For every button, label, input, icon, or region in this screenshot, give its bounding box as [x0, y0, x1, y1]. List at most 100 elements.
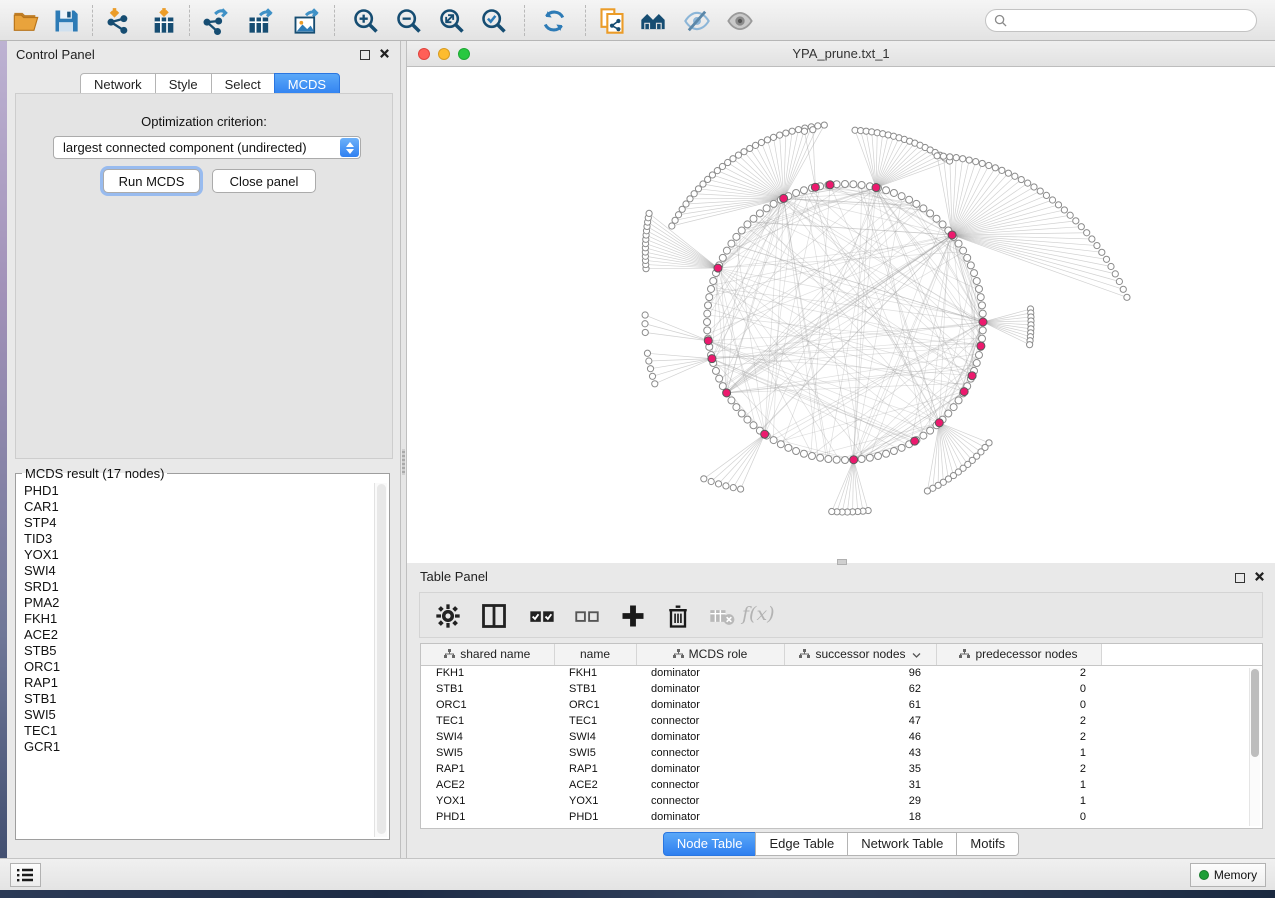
cell-shared_name[interactable]: TEC1	[421, 713, 554, 729]
cell-predecessor_nodes[interactable]: 0	[936, 809, 1101, 825]
mcds-result-item[interactable]: YOX1	[18, 547, 370, 563]
cell-mcds_role[interactable]: connector	[636, 793, 784, 809]
float-panel-icon[interactable]	[360, 50, 370, 60]
horizontal-splitter-handle[interactable]	[837, 559, 847, 565]
cell-shared_name[interactable]: FKH1	[421, 665, 554, 681]
refresh-icon[interactable]	[540, 7, 568, 35]
export-table-icon[interactable]	[246, 7, 274, 35]
cell-shared_name[interactable]: SWI4	[421, 729, 554, 745]
column-header-MCDS-role[interactable]: MCDS role	[636, 644, 784, 665]
column-header-name[interactable]: name	[554, 644, 636, 665]
cell-successor_nodes[interactable]: 31	[784, 777, 936, 793]
cell-successor_nodes[interactable]: 46	[784, 729, 936, 745]
cell-name[interactable]: SWI5	[554, 745, 636, 761]
import-table-icon[interactable]	[150, 7, 178, 35]
mcds-result-item[interactable]: FKH1	[18, 611, 370, 627]
cell-successor_nodes[interactable]: 35	[784, 761, 936, 777]
cell-shared_name[interactable]: STB1	[421, 681, 554, 697]
mcds-list-scrollbar[interactable]	[374, 483, 387, 837]
cell-shared_name[interactable]: PHD1	[421, 809, 554, 825]
cell-shared_name[interactable]: ORC1	[421, 697, 554, 713]
mcds-result-item[interactable]: TID3	[18, 531, 370, 547]
hide-selected-icon[interactable]	[683, 7, 711, 35]
select-all-icon[interactable]	[528, 602, 556, 630]
cell-shared_name[interactable]: ACE2	[421, 777, 554, 793]
mcds-result-item[interactable]: SRD1	[18, 579, 370, 595]
table-row[interactable]: PHD1PHD1dominator180	[421, 809, 1262, 825]
cell-predecessor_nodes[interactable]: 1	[936, 777, 1101, 793]
cell-mcds_role[interactable]: dominator	[636, 761, 784, 777]
open-icon[interactable]	[12, 7, 40, 35]
close-table-panel-icon[interactable]	[1254, 569, 1265, 587]
criterion-dropdown[interactable]: largest connected component (undirected)	[53, 136, 361, 159]
float-table-panel-icon[interactable]	[1235, 573, 1245, 583]
network-graph[interactable]	[407, 67, 1275, 563]
cell-mcds_role[interactable]: dominator	[636, 681, 784, 697]
close-panel-button[interactable]: Close panel	[212, 169, 316, 193]
run-mcds-button[interactable]: Run MCDS	[103, 169, 200, 193]
cell-mcds_role[interactable]: connector	[636, 777, 784, 793]
cell-shared_name[interactable]: SWI5	[421, 745, 554, 761]
delete-table-icon[interactable]	[708, 602, 736, 630]
show-all-icon[interactable]	[726, 7, 754, 35]
mcds-result-item[interactable]: ACE2	[18, 627, 370, 643]
delete-row-icon[interactable]	[664, 602, 692, 630]
cell-name[interactable]: STB1	[554, 681, 636, 697]
save-icon[interactable]	[52, 7, 80, 35]
export-network-icon[interactable]	[200, 7, 228, 35]
cell-name[interactable]: YOX1	[554, 793, 636, 809]
column-header-predecessor-nodes[interactable]: predecessor nodes	[936, 644, 1101, 665]
function-builder-icon[interactable]: f(x)	[742, 603, 775, 625]
cell-successor_nodes[interactable]: 96	[784, 665, 936, 681]
cell-predecessor_nodes[interactable]: 2	[936, 729, 1101, 745]
memory-button[interactable]: Memory	[1190, 863, 1266, 887]
mcds-result-item[interactable]: SWI5	[18, 707, 370, 723]
tab-node-table[interactable]: Node Table	[663, 832, 757, 856]
tab-motifs[interactable]: Motifs	[956, 832, 1019, 856]
deselect-all-icon[interactable]	[573, 602, 601, 630]
mcds-result-item[interactable]: PMA2	[18, 595, 370, 611]
cell-predecessor_nodes[interactable]: 2	[936, 665, 1101, 681]
vertical-splitter[interactable]	[400, 41, 407, 858]
cell-predecessor_nodes[interactable]: 2	[936, 761, 1101, 777]
cell-predecessor_nodes[interactable]: 2	[936, 713, 1101, 729]
table-row[interactable]: STB1STB1dominator620	[421, 681, 1262, 697]
cell-name[interactable]: PHD1	[554, 809, 636, 825]
splitter-handle[interactable]	[402, 449, 405, 475]
cell-successor_nodes[interactable]: 18	[784, 809, 936, 825]
table-row[interactable]: ACE2ACE2connector311	[421, 777, 1262, 793]
cell-successor_nodes[interactable]: 43	[784, 745, 936, 761]
cell-successor_nodes[interactable]: 62	[784, 681, 936, 697]
zoom-in-icon[interactable]	[352, 7, 380, 35]
mcds-result-item[interactable]: SWI4	[18, 563, 370, 579]
mcds-result-item[interactable]: ORC1	[18, 659, 370, 675]
mcds-result-item[interactable]: RAP1	[18, 675, 370, 691]
mcds-result-item[interactable]: STB5	[18, 643, 370, 659]
zoom-fit-icon[interactable]	[438, 7, 466, 35]
mcds-result-item[interactable]: STB1	[18, 691, 370, 707]
settings-icon[interactable]	[434, 602, 462, 630]
cell-name[interactable]: SWI4	[554, 729, 636, 745]
mcds-result-item[interactable]: CAR1	[18, 499, 370, 515]
network-titlebar[interactable]: YPA_prune.txt_1	[407, 41, 1275, 67]
column-header-successor-nodes[interactable]: successor nodes	[784, 644, 936, 665]
tab-edge-table[interactable]: Edge Table	[755, 832, 848, 856]
cell-mcds_role[interactable]: dominator	[636, 697, 784, 713]
table-row[interactable]: ORC1ORC1dominator610	[421, 697, 1262, 713]
cell-predecessor_nodes[interactable]: 0	[936, 681, 1101, 697]
cell-predecessor_nodes[interactable]: 1	[936, 793, 1101, 809]
mcds-result-item[interactable]: STP4	[18, 515, 370, 531]
cell-shared_name[interactable]: RAP1	[421, 761, 554, 777]
import-network-icon[interactable]	[104, 7, 132, 35]
search-box[interactable]	[985, 9, 1257, 32]
cell-shared_name[interactable]: YOX1	[421, 793, 554, 809]
cell-mcds_role[interactable]: dominator	[636, 809, 784, 825]
cell-name[interactable]: RAP1	[554, 761, 636, 777]
mcds-result-item[interactable]: GCR1	[18, 739, 370, 755]
cell-name[interactable]: ORC1	[554, 697, 636, 713]
mcds-result-item[interactable]: PHD1	[18, 483, 370, 499]
task-history-button[interactable]	[10, 863, 41, 887]
copy-network-icon[interactable]	[598, 7, 626, 35]
network-canvas[interactable]	[407, 67, 1275, 563]
export-image-icon[interactable]	[292, 7, 320, 35]
